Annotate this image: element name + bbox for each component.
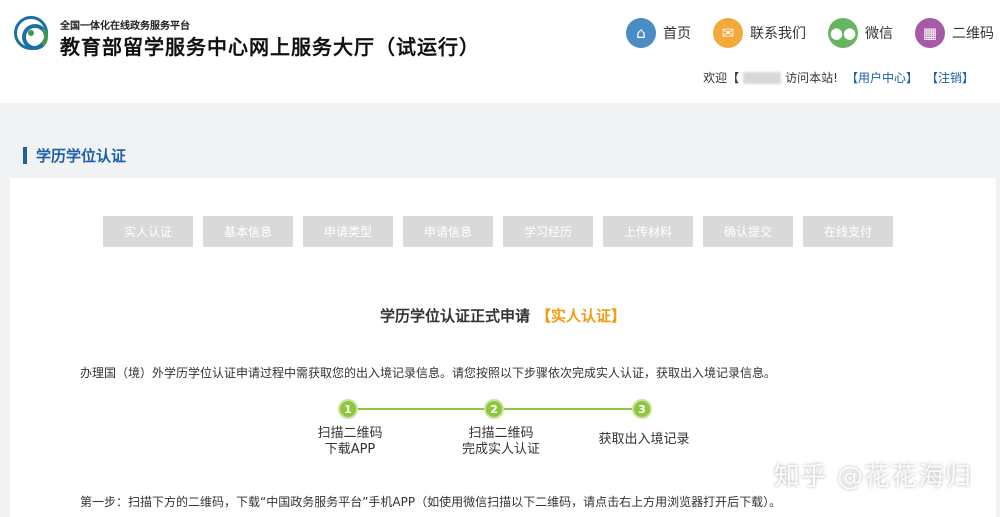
step-2-label: 扫描二维码 完成实人认证 <box>446 426 556 458</box>
tab-real-person-auth[interactable]: 实人认证 <box>103 216 193 247</box>
nav-qrcode[interactable]: ▦ 二维码 <box>915 18 994 48</box>
step-2-line2: 完成实人认证 <box>461 442 540 457</box>
platform-subtitle: 全国一体化在线政务服务平台 <box>60 21 190 32</box>
tab-application-type[interactable]: 申请类型 <box>303 216 393 247</box>
welcome-bar: 欢迎【 访问本站! 【用户中心】 【注销】 <box>703 69 974 86</box>
wechat-icon: ●● <box>828 18 858 48</box>
user-center-link[interactable]: 【用户中心】 <box>846 69 918 86</box>
section-title: 学历学位认证 <box>36 147 127 165</box>
site-header: 全国一体化在线政务服务平台 教育部留学服务中心网上服务大厅（试运行） ⌂ 首页 … <box>0 0 1000 103</box>
step-3-dot: 3 <box>632 399 652 419</box>
section-heading: 学历学位认证 <box>23 145 126 166</box>
section-accent-bar <box>23 147 27 164</box>
tab-upload-materials[interactable]: 上传材料 <box>603 216 693 247</box>
intro-text: 办理国（境）外学历学位认证申请过程中需获取您的出入境记录信息。请您按照以下步骤依… <box>80 366 777 380</box>
nav-qrcode-label: 二维码 <box>952 26 994 42</box>
nav-wechat-label: 微信 <box>865 26 893 42</box>
qrcode-icon: ▦ <box>915 18 945 48</box>
welcome-prefix: 欢迎【 <box>703 71 740 85</box>
step-1-dot: 1 <box>338 399 358 419</box>
step-tabs: 实人认证 基本信息 申请类型 申请信息 学习经历 上传材料 确认提交 在线支付 <box>103 216 893 247</box>
tab-confirm-submit[interactable]: 确认提交 <box>703 216 793 247</box>
form-heading-highlight: 【实人认证】 <box>536 307 627 325</box>
nav-home[interactable]: ⌂ 首页 <box>626 18 691 48</box>
home-icon: ⌂ <box>626 18 656 48</box>
tab-application-info[interactable]: 申请信息 <box>403 216 493 247</box>
mail-icon: ✉ <box>713 18 743 48</box>
nav-wechat[interactable]: ●● 微信 <box>828 18 893 48</box>
site-title: 教育部留学服务中心网上服务大厅（试运行） <box>60 35 480 59</box>
tab-basic-info[interactable]: 基本信息 <box>203 216 293 247</box>
step-1-line2: 下载APP <box>324 442 376 457</box>
step-2-line1: 扫描二维码 <box>468 426 534 441</box>
tab-online-payment[interactable]: 在线支付 <box>803 216 893 247</box>
nav-contact-label: 联系我们 <box>750 26 806 42</box>
nav-contact[interactable]: ✉ 联系我们 <box>713 18 806 48</box>
nav-home-label: 首页 <box>663 26 691 42</box>
tab-study-history[interactable]: 学习经历 <box>503 216 593 247</box>
step-3-line1: 获取出入境记录 <box>598 432 690 447</box>
welcome-suffix: 访问本站! <box>785 71 838 85</box>
form-heading-text: 学历学位认证正式申请 <box>379 307 530 325</box>
logout-link[interactable]: 【注销】 <box>926 69 974 86</box>
step-3-label: 获取出入境记录 <box>584 432 704 448</box>
top-nav: ⌂ 首页 ✉ 联系我们 ●● 微信 ▦ 二维码 <box>604 18 994 48</box>
step-1-label: 扫描二维码 下载APP <box>300 426 400 458</box>
zhihu-watermark: 知乎 @花花海归 <box>773 462 972 492</box>
username-blurred <box>743 71 782 84</box>
step-1-line1: 扫描二维码 <box>317 426 383 441</box>
form-heading: 学历学位认证正式申请 【实人认证】 <box>10 305 996 326</box>
step-2-dot: 2 <box>484 399 504 419</box>
step-one-instruction: 第一步：扫描下方的二维码，下载“中国政务服务平台”手机APP（如使用微信扫描以下… <box>80 495 782 509</box>
site-logo <box>14 16 48 50</box>
